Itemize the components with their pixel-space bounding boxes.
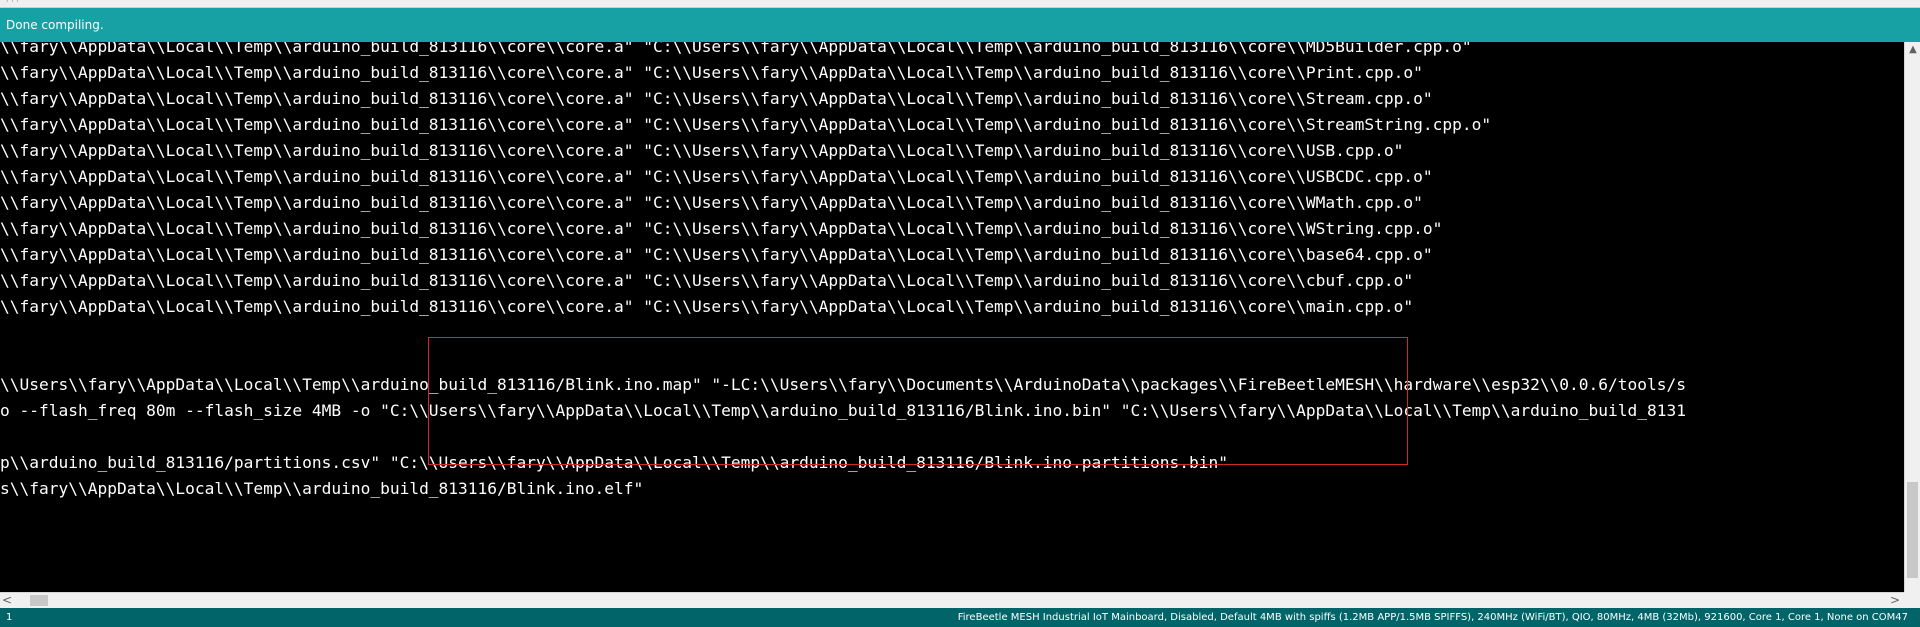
console-line: \\Users\\fary\\AppData\\Local\\Temp\\ard… xyxy=(0,375,1687,394)
console-line: \\fary\\AppData\\Local\\Temp\\arduino_bu… xyxy=(0,167,1433,186)
scroll-right-arrow-icon[interactable]: > xyxy=(1890,593,1900,608)
horizontal-scrollbar[interactable]: < > xyxy=(0,592,1904,608)
vertical-scrollbar[interactable]: ▲ xyxy=(1904,42,1920,592)
console-line: \\fary\\AppData\\Local\\Temp\\arduino_bu… xyxy=(0,297,1414,316)
window-title-strip: · · · xyxy=(0,0,1920,8)
console-line: \\fary\\AppData\\Local\\Temp\\arduino_bu… xyxy=(0,89,1433,108)
status-message: Done compiling. xyxy=(6,18,104,32)
vertical-scroll-thumb[interactable] xyxy=(1907,482,1918,578)
window-controls-glyph: · · · xyxy=(6,0,19,6)
console-line: \\fary\\AppData\\Local\\Temp\\arduino_bu… xyxy=(0,63,1423,82)
scrollbar-corner xyxy=(1904,592,1920,608)
console-line: o --flash_freq 80m --flash_size 4MB -o "… xyxy=(0,401,1687,420)
console-line: p\\arduino_build_813116/partitions.csv" … xyxy=(0,453,1228,472)
console-output[interactable]: \\fary\\AppData\\Local\\Temp\\arduino_bu… xyxy=(0,42,1904,592)
scroll-up-arrow-icon[interactable]: ▲ xyxy=(1905,44,1920,55)
scroll-left-arrow-icon[interactable]: < xyxy=(2,593,12,608)
console-line: \\fary\\AppData\\Local\\Temp\\arduino_bu… xyxy=(0,42,1472,56)
console-line: \\fary\\AppData\\Local\\Temp\\arduino_bu… xyxy=(0,141,1404,160)
console-line: \\fary\\AppData\\Local\\Temp\\arduino_bu… xyxy=(0,219,1443,238)
console-line: \\fary\\AppData\\Local\\Temp\\arduino_bu… xyxy=(0,115,1492,134)
console-line: \\fary\\AppData\\Local\\Temp\\arduino_bu… xyxy=(0,193,1423,212)
line-number: 1 xyxy=(6,612,13,623)
footer-status-bar: 1 FireBeetle MESH Industrial IoT Mainboa… xyxy=(0,608,1920,627)
console-line: \\fary\\AppData\\Local\\Temp\\arduino_bu… xyxy=(0,245,1433,264)
horizontal-scroll-thumb[interactable] xyxy=(30,595,48,606)
console-line: \\fary\\AppData\\Local\\Temp\\arduino_bu… xyxy=(0,271,1414,290)
board-info: FireBeetle MESH Industrial IoT Mainboard… xyxy=(957,612,1908,623)
status-bar: Done compiling. xyxy=(0,8,1920,42)
console-line: s\\fary\\AppData\\Local\\Temp\\arduino_b… xyxy=(0,479,644,498)
